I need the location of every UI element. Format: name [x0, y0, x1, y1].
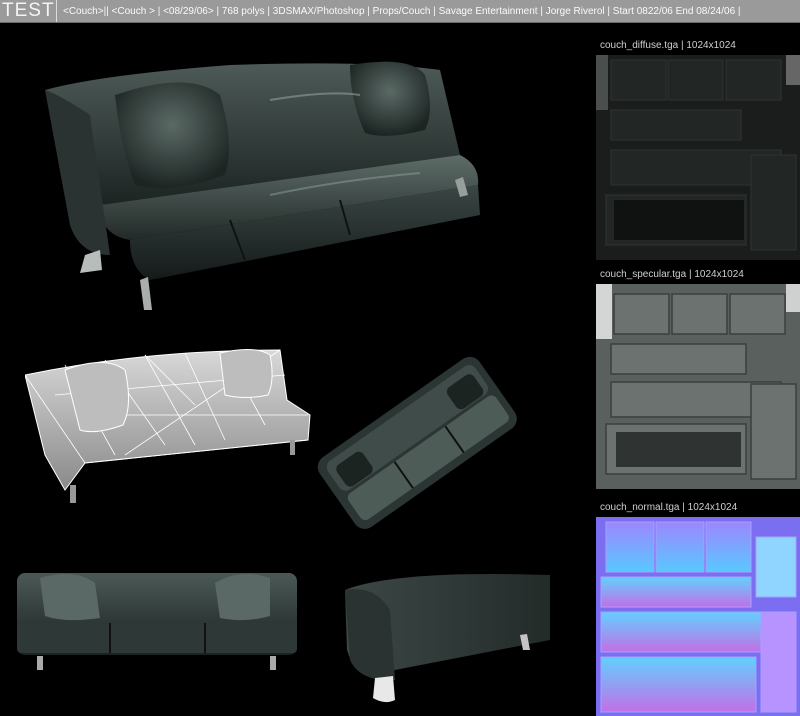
header-bar: TEST <Couch>|| <Couch > | <08/29/06> | 7… [0, 0, 800, 23]
couch-render-topdown [317, 356, 517, 529]
normal-texture-map [596, 517, 800, 716]
couch-render-front [17, 573, 297, 670]
asset-info: <Couch>|| <Couch > | <08/29/06> | 768 po… [63, 5, 741, 17]
test-badge: TEST [2, 0, 55, 21]
couch-render-side [345, 574, 550, 703]
couch-wireframe-render [25, 349, 311, 503]
diffuse-texture-map [596, 55, 800, 260]
specular-texture-label: couch_specular.tga | 1024x1024 [600, 269, 744, 280]
normal-texture-label: couch_normal.tga | 1024x1024 [600, 502, 738, 513]
couch-render-perspective [45, 61, 480, 310]
header-divider [56, 0, 57, 22]
specular-texture-map [596, 284, 800, 489]
diffuse-texture-label: couch_diffuse.tga | 1024x1024 [600, 40, 736, 51]
